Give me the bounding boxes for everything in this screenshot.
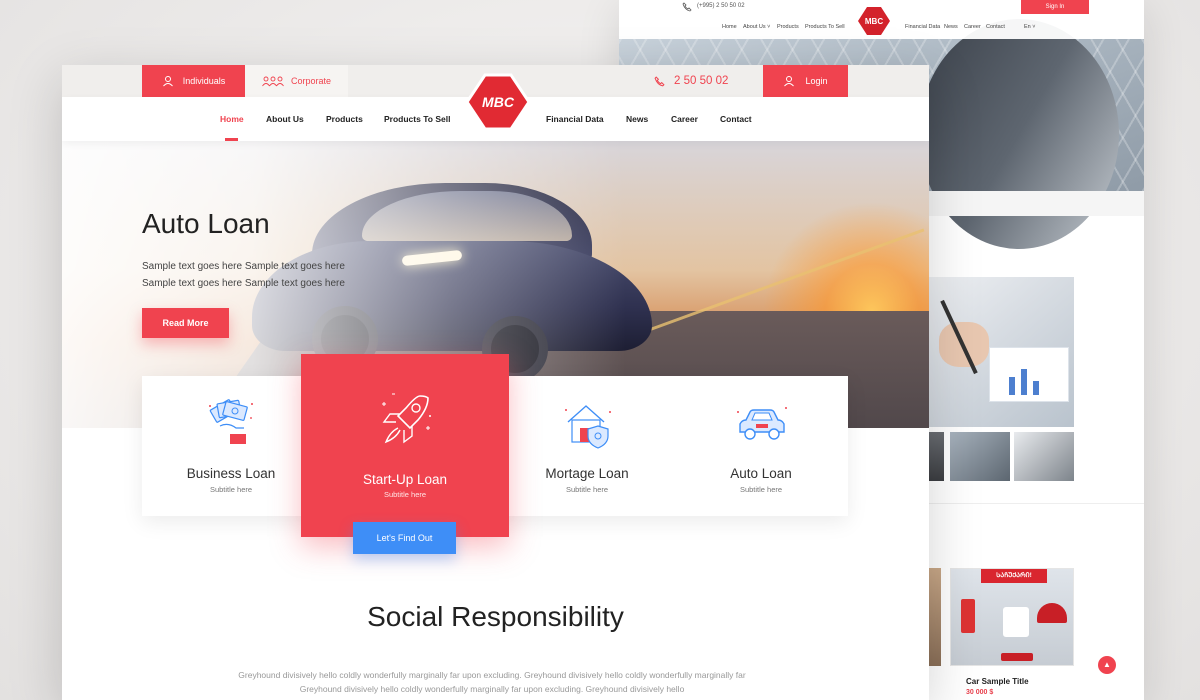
scroll-up-button[interactable]: ▲ (1098, 656, 1116, 674)
service-subtitle: Subtitle here (383, 490, 427, 499)
back-nav-about[interactable]: About Us ˅ (743, 24, 770, 30)
tab-corporate[interactable]: Corporate (245, 65, 348, 97)
front-preview-window: Individuals Corporate 2 50 50 02 Login H… (62, 65, 929, 700)
back-nav-news[interactable]: News (944, 24, 958, 30)
tab-individuals[interactable]: Individuals (142, 65, 245, 97)
tab-corporate-label: Corporate (290, 76, 332, 86)
back-nav-products-to-sell[interactable]: Products To Sell (805, 24, 845, 30)
login-label: Login (805, 76, 828, 86)
service-startup-loan[interactable]: Start-Up Loan Subtitle here (301, 354, 509, 537)
nav-products-to-sell[interactable]: Products To Sell (384, 114, 450, 124)
service-subtitle: Subtitle here (209, 485, 253, 494)
phone-icon (654, 75, 665, 86)
rocket-icon (382, 393, 431, 444)
mbc-logo[interactable]: MBC (465, 73, 531, 131)
phone-contact[interactable]: 2 50 50 02 (654, 65, 750, 97)
back-product-price: 30 000 $ (966, 689, 994, 696)
house-shield-icon (565, 405, 611, 449)
back-nav-home[interactable]: Home (722, 24, 737, 30)
nav-financial-data[interactable]: Financial Data (546, 114, 604, 124)
back-thumb-2[interactable] (950, 432, 1010, 481)
hero-text: Sample text goes here Sample text goes h… (142, 258, 382, 292)
nav-career[interactable]: Career (671, 114, 698, 124)
read-more-button[interactable]: Read More (142, 308, 229, 338)
back-signin-button[interactable]: Sign In (1021, 0, 1089, 14)
service-subtitle: Subtitle here (565, 485, 609, 494)
nav-active-indicator (225, 138, 238, 141)
back-phone-icon (682, 2, 692, 12)
money-hand-icon (209, 399, 253, 444)
back-nav-financial[interactable]: Financial Data (905, 24, 940, 30)
service-title: Start-Up Loan (362, 472, 448, 487)
nav-products[interactable]: Products (326, 114, 363, 124)
service-subtitle: Subtitle here (739, 485, 783, 494)
hero-title: Auto Loan (142, 208, 270, 239)
hero-text-line-1: Sample text goes here Sample text goes h… (142, 261, 345, 272)
social-text-line-1: Greyhound divisively hello coldly wonder… (238, 670, 746, 680)
back-nav-products[interactable]: Products (777, 24, 799, 30)
back-nav-career[interactable]: Career (964, 24, 981, 30)
logo-text: MBC (482, 94, 515, 110)
back-thumb-1[interactable] (929, 432, 944, 481)
users-group-icon (262, 76, 284, 87)
back-divider (929, 503, 1144, 504)
back-nav-language[interactable]: En ˅ (1024, 24, 1035, 30)
service-title: Mortage Loan (545, 466, 629, 481)
user-icon (784, 76, 795, 87)
back-photo-signing (929, 277, 1074, 427)
car-icon (737, 407, 787, 440)
login-button[interactable]: Login (763, 65, 848, 97)
user-icon (162, 76, 173, 87)
back-product-ribbon: ᲡᲐᲩᲣᲥᲐᲠᲘ! (981, 569, 1047, 583)
back-logo-text: MBC (865, 17, 883, 26)
service-auto-loan[interactable]: Auto Loan Subtitle here (672, 376, 850, 516)
tab-individuals-label: Individuals (182, 76, 226, 86)
social-responsibility-title: Social Responsibility (367, 601, 624, 632)
social-responsibility-text: Greyhound divisively hello coldly wonder… (212, 668, 772, 696)
back-product-partial (929, 568, 941, 666)
service-business-loan[interactable]: Business Loan Subtitle here (142, 376, 320, 516)
nav-news[interactable]: News (626, 114, 648, 124)
back-nav-contact[interactable]: Contact (986, 24, 1005, 30)
service-title: Business Loan (186, 466, 276, 481)
lets-find-out-button[interactable]: Let's Find Out (353, 522, 456, 554)
back-logo[interactable]: MBC (857, 6, 891, 36)
nav-about-us[interactable]: About Us (266, 114, 304, 124)
service-title: Auto Loan (730, 466, 792, 481)
nav-home[interactable]: Home (220, 114, 244, 124)
back-product-title[interactable]: Car Sample Title (966, 677, 1029, 686)
service-mortage-loan[interactable]: Mortage Loan Subtitle here (498, 376, 676, 516)
back-product-card[interactable]: ᲡᲐᲩᲣᲥᲐᲠᲘ! (950, 568, 1074, 666)
nav-contact[interactable]: Contact (720, 114, 752, 124)
back-thumb-3[interactable] (1014, 432, 1074, 481)
phone-number: 2 50 50 02 (674, 75, 729, 87)
social-text-line-2: Greyhound divisively hello coldly wonder… (299, 684, 685, 694)
hero-text-line-2: Sample text goes here Sample text goes h… (142, 278, 345, 289)
back-phone-number: (+995) 2 50 50 02 (697, 3, 745, 9)
